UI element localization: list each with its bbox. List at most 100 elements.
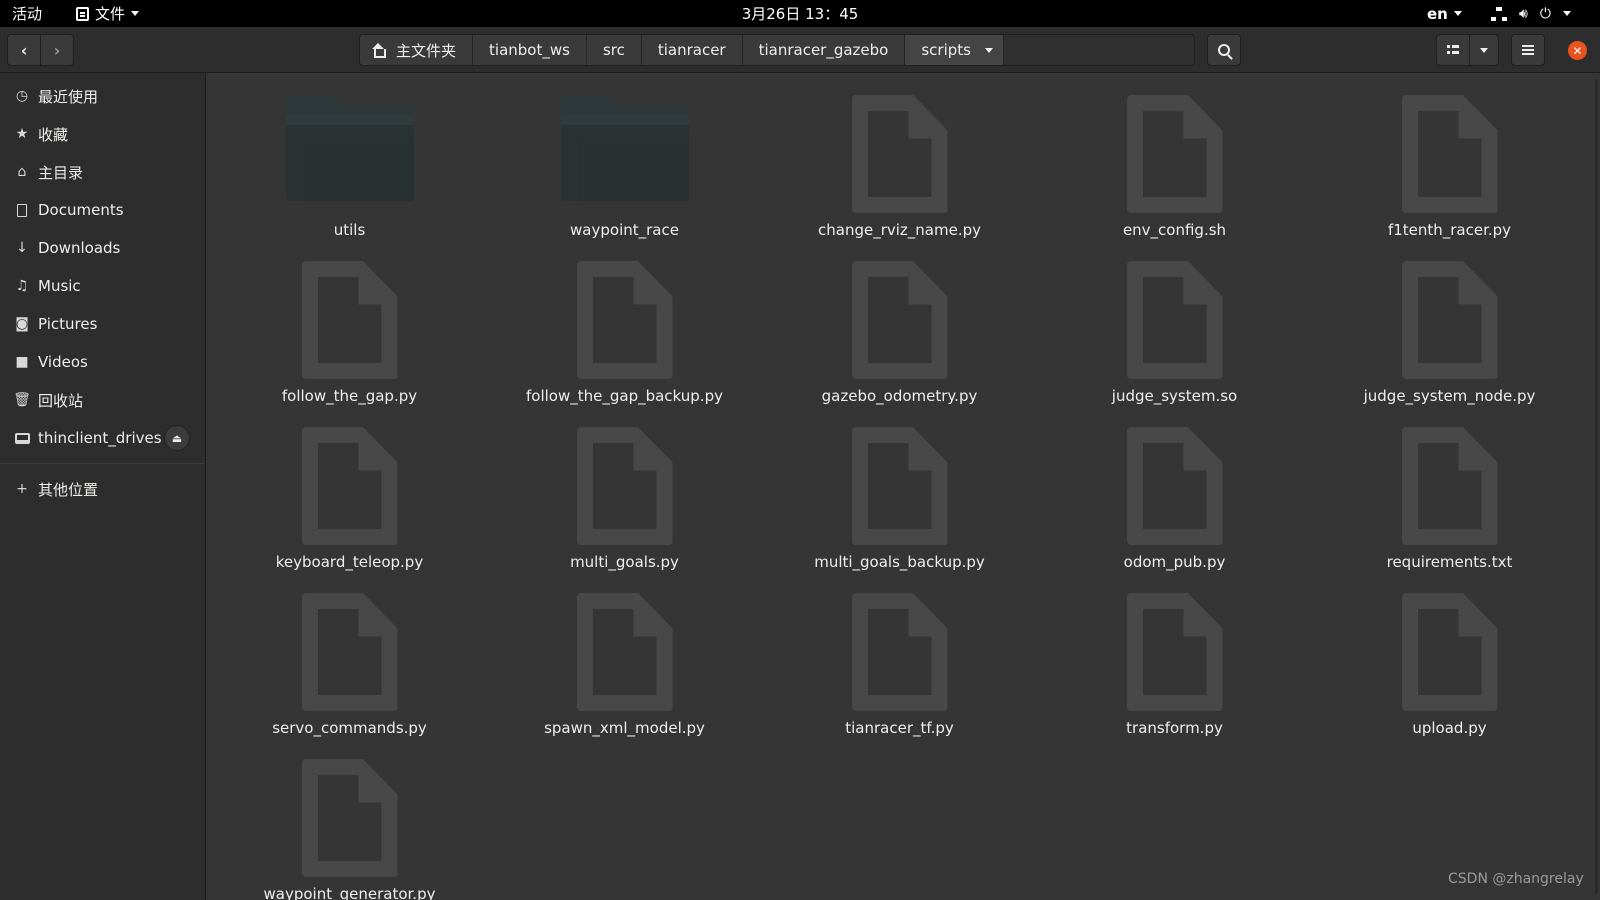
path-segment-scripts[interactable]: scripts (905, 35, 1004, 65)
file-item[interactable]: waypoint_generator.py (212, 759, 487, 900)
close-window-button[interactable]: ✕ (1568, 41, 1587, 60)
sidebar-item-home[interactable]: ⌂ 主目录 (0, 153, 205, 191)
file-name: f1tenth_racer.py (1387, 221, 1512, 239)
star-icon: ★ (15, 126, 29, 142)
back-button[interactable]: ‹ (7, 34, 41, 66)
path-segment-tianracer-gazebo[interactable]: tianracer_gazebo (742, 35, 906, 65)
document-icon (576, 593, 673, 711)
view-options-button[interactable] (1469, 34, 1499, 66)
document-icon (1401, 261, 1498, 379)
file-item[interactable]: servo_commands.py (212, 593, 487, 759)
document-icon (14, 203, 30, 217)
clock-label[interactable]: 3月26日 13：45 (742, 3, 859, 24)
sidebar-item-thinclient-drives[interactable]: thinclient_drives ⏏ (0, 419, 205, 457)
trash-icon: 🗑︎ (13, 392, 31, 408)
path-bar: 主文件夹 tianbot_ws src tianracer tianracer_… (359, 34, 1195, 66)
file-name: env_config.sh (1122, 221, 1227, 239)
folder-item[interactable]: utils (212, 95, 487, 261)
folder-icon (285, 95, 414, 207)
forward-button[interactable]: › (40, 34, 74, 66)
volume-icon: 🔊︎ (1519, 5, 1528, 22)
file-item[interactable]: follow_the_gap_backup.py (487, 261, 762, 427)
path-segment-home[interactable]: 主文件夹 (360, 35, 474, 65)
file-name: waypoint_race (570, 221, 679, 239)
scrollbar[interactable] (1595, 79, 1598, 894)
document-icon (576, 261, 673, 379)
document-icon (301, 427, 398, 545)
file-item[interactable]: keyboard_teleop.py (212, 427, 487, 593)
list-view-button[interactable] (1436, 34, 1470, 66)
eject-button[interactable]: ⏏ (164, 425, 190, 451)
search-button[interactable] (1207, 34, 1241, 66)
network-icon (1491, 6, 1507, 21)
chevron-down-icon (1562, 11, 1571, 16)
plus-icon: + (16, 481, 28, 497)
icon-grid: utils waypoint_race change_rviz_name.py env… (212, 95, 1587, 900)
folder-item[interactable]: waypoint_race (487, 95, 762, 261)
file-item[interactable]: transform.py (1037, 593, 1312, 759)
clock: 3月26日 13：45 (0, 0, 1600, 27)
chevron-down-icon (1453, 11, 1462, 16)
home-icon (370, 43, 386, 58)
sidebar-item-label: Pictures (38, 315, 98, 333)
file-view[interactable]: utils waypoint_race change_rviz_name.py env… (207, 73, 1600, 900)
file-name: transform.py (1126, 719, 1223, 737)
file-item[interactable]: follow_the_gap.py (212, 261, 487, 427)
chevron-right-icon: › (53, 40, 61, 60)
file-name: multi_goals_backup.py (814, 553, 985, 571)
sidebar-item-trash[interactable]: 🗑︎ 回收站 (0, 381, 205, 419)
sidebar: ◷ 最近使用 ★ 收藏 ⌂ 主目录 Documents ↓ Downloads … (0, 73, 206, 900)
search-icon (1218, 44, 1230, 56)
path-segment-tianracer[interactable]: tianracer (641, 35, 743, 65)
main-menu-button[interactable] (1511, 34, 1545, 66)
file-item[interactable]: requirements.txt (1312, 427, 1587, 593)
file-name: utils (333, 221, 366, 239)
language-label: en (1427, 4, 1448, 23)
sidebar-item-recent[interactable]: ◷ 最近使用 (0, 77, 205, 115)
file-item[interactable]: odom_pub.py (1037, 427, 1312, 593)
document-icon (851, 593, 948, 711)
document-icon (851, 95, 948, 213)
file-item[interactable]: tianracer_tf.py (762, 593, 1037, 759)
file-name: keyboard_teleop.py (275, 553, 424, 571)
path-segment-src[interactable]: src (586, 35, 642, 65)
sidebar-item-videos[interactable]: ■ Videos (0, 343, 205, 381)
file-item[interactable]: multi_goals.py (487, 427, 762, 593)
path-segment-tianbot-ws[interactable]: tianbot_ws (473, 35, 587, 65)
file-item[interactable]: change_rviz_name.py (762, 95, 1037, 261)
file-item[interactable]: spawn_xml_model.py (487, 593, 762, 759)
file-item[interactable]: judge_system_node.py (1312, 261, 1587, 427)
file-name: change_rviz_name.py (818, 221, 981, 239)
input-language-menu[interactable]: en (1427, 0, 1462, 27)
file-name: spawn_xml_model.py (544, 719, 705, 737)
file-item[interactable]: f1tenth_racer.py (1312, 95, 1587, 261)
file-item[interactable]: upload.py (1312, 593, 1587, 759)
sidebar-item-downloads[interactable]: ↓ Downloads (0, 229, 205, 267)
document-icon (1126, 593, 1223, 711)
drive-icon (14, 432, 30, 444)
file-name: gazebo_odometry.py (821, 387, 978, 405)
sidebar-separator (0, 463, 205, 464)
file-item[interactable]: gazebo_odometry.py (762, 261, 1037, 427)
file-item[interactable]: env_config.sh (1037, 95, 1312, 261)
path-segment-label: 主文件夹 (396, 41, 457, 60)
sidebar-item-label: Music (38, 277, 81, 295)
video-icon: ■ (15, 354, 29, 370)
sidebar-item-label: 回收站 (38, 391, 84, 410)
sidebar-item-starred[interactable]: ★ 收藏 (0, 115, 205, 153)
header-bar: ‹ › 主文件夹 tianbot_ws src tianracer tianra… (0, 27, 1600, 73)
file-name: follow_the_gap_backup.py (526, 387, 723, 405)
document-icon (1401, 593, 1498, 711)
sidebar-item-other-locations[interactable]: + 其他位置 (0, 470, 205, 508)
sidebar-item-documents[interactable]: Documents (0, 191, 205, 229)
watermark: CSDN @zhangrelay (1448, 871, 1584, 887)
sidebar-item-pictures[interactable]: ◙ Pictures (0, 305, 205, 343)
chevron-down-icon (1480, 47, 1488, 53)
document-icon (301, 261, 398, 379)
file-item[interactable]: judge_system.so (1037, 261, 1312, 427)
sidebar-item-music[interactable]: ♫ Music (0, 267, 205, 305)
file-item[interactable]: multi_goals_backup.py (762, 427, 1037, 593)
document-icon (851, 427, 948, 545)
system-menu[interactable]: 🔊︎ ⏻ (1491, 0, 1571, 27)
camera-icon: ◙ (15, 316, 29, 332)
